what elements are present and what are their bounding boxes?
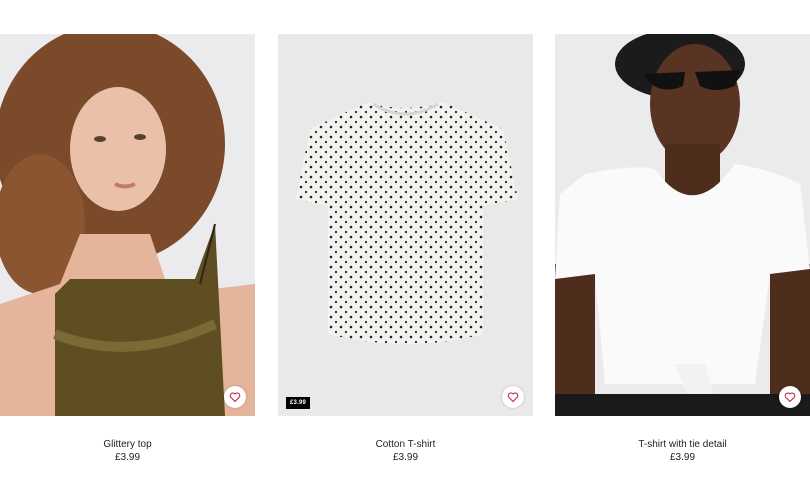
price-badge: £3.99 — [286, 397, 311, 409]
product-price: £3.99 — [114, 452, 141, 463]
product-info: Glittery top £3.99 — [0, 438, 255, 464]
product-name[interactable]: Glittery top — [0, 438, 255, 451]
model-glittery-top-photo — [0, 34, 255, 416]
product-price: £3.99 — [669, 452, 696, 463]
product-price: £3.99 — [392, 452, 419, 463]
product-card[interactable]: T-shirt with tie detail £3.99 — [555, 34, 810, 464]
heart-outline-icon — [784, 392, 796, 403]
product-info: T-shirt with tie detail £3.99 — [555, 438, 810, 464]
wishlist-button[interactable] — [779, 386, 801, 408]
wishlist-button[interactable] — [224, 386, 246, 408]
product-card[interactable]: £3.99 Cotton T-shirt £3.99 — [278, 34, 533, 464]
product-card[interactable]: Glittery top £3.99 — [0, 34, 255, 464]
product-info: Cotton T-shirt £3.99 — [278, 438, 533, 464]
product-image[interactable] — [0, 34, 255, 416]
product-image[interactable] — [555, 34, 810, 416]
product-name[interactable]: Cotton T-shirt — [278, 438, 533, 451]
product-image[interactable]: £3.99 — [278, 34, 533, 416]
model-tie-tshirt-photo — [555, 34, 810, 416]
heart-outline-icon — [507, 392, 519, 403]
product-name[interactable]: T-shirt with tie detail — [555, 438, 810, 451]
heart-outline-icon — [229, 392, 241, 403]
polka-dot-tshirt-photo — [278, 34, 533, 416]
wishlist-button[interactable] — [502, 386, 524, 408]
